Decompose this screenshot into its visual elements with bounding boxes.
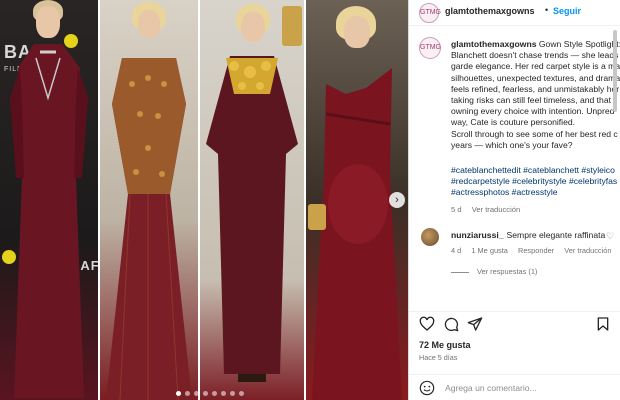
emoji-icon[interactable] (419, 380, 435, 396)
commenter-avatar[interactable] (421, 228, 439, 246)
caption-age: 5 d (451, 205, 462, 214)
caption-text: Gown Style Spotlight: Blanchett doesn't … (451, 39, 620, 150)
chevron-right-icon: › (395, 194, 399, 206)
comment: nunziarussi_ Sempre elegante raffinata (451, 230, 605, 240)
photo-panel-2 (100, 0, 198, 400)
carousel-dot[interactable] (185, 391, 190, 396)
carousel-next-button[interactable]: › (389, 192, 405, 208)
replies-divider (451, 271, 469, 273)
comment-text: Sempre elegante raffinata (506, 230, 606, 240)
draped-gown (308, 68, 402, 400)
save-icon[interactable] (595, 316, 611, 332)
carousel-dot[interactable] (230, 391, 235, 396)
comment-translation-link[interactable]: Ver traducción (564, 246, 611, 255)
action-bar (409, 311, 620, 333)
caption-username[interactable]: glamtothemaxgowns (451, 39, 536, 49)
add-comment-bar (409, 374, 620, 400)
carousel-dot[interactable] (212, 391, 217, 396)
commenter-username[interactable]: nunziarussi_ (451, 230, 504, 240)
carousel-dot[interactable] (176, 391, 181, 396)
author-avatar[interactable]: GTMG (419, 3, 441, 23)
embellished-gown (106, 58, 192, 400)
award-poster (282, 6, 302, 46)
comment-meta: 4 d 1 Me gusta Responder Ver traducción (451, 246, 619, 255)
comments-scroll-area[interactable]: GTMG glamtothemaxgowns Gown Style Spotli… (409, 27, 620, 310)
comment-likes[interactable]: 1 Me gusta (471, 246, 508, 255)
caption-hashtags[interactable]: #cateblanchettedit #cateblanchett #style… (451, 165, 620, 199)
likes-count[interactable]: 72 Me gusta (419, 340, 471, 350)
carousel-dot[interactable] (239, 391, 244, 396)
post-caption: glamtothemaxgowns Gown Style Spotlight: … (451, 39, 620, 151)
carousel-dot[interactable] (194, 391, 199, 396)
separator-dot: • (545, 5, 549, 15)
carousel-dot[interactable] (203, 391, 208, 396)
burgundy-gown (10, 44, 88, 398)
caption-avatar[interactable]: GTMG (419, 37, 441, 59)
view-replies-button[interactable]: Ver respuestas (1) (451, 267, 537, 276)
view-replies-label: Ver respuestas (1) (477, 267, 538, 276)
comment-heart-icon[interactable]: ♡ (606, 231, 614, 242)
comment-age: 4 d (451, 246, 462, 255)
share-icon[interactable] (467, 316, 483, 332)
post-side-panel: GTMG glamtothemaxgowns • Seguir GTMG gla… (408, 0, 620, 400)
author-username[interactable]: glamtothemaxgowns (445, 6, 535, 16)
reply-button[interactable]: Responder (518, 246, 554, 255)
photo-panel-3 (200, 0, 304, 400)
see-translation-link[interactable]: Ver traducción (472, 205, 521, 214)
caption-meta: 5 d Ver traducción (451, 205, 528, 214)
post-header: GTMG glamtothemaxgowns • Seguir (409, 0, 620, 26)
photo-panel-1: BAF FILM AWARDS BAF (0, 0, 98, 400)
follow-button[interactable]: Seguir (553, 6, 581, 16)
post-image-carousel[interactable]: BAF FILM AWARDS BAF (0, 0, 408, 400)
comment-icon[interactable] (443, 316, 459, 332)
heart-icon[interactable] (419, 316, 435, 332)
post-age: Hace 5 días (419, 353, 458, 362)
carousel-dot[interactable] (221, 391, 226, 396)
caped-gown-gold-necklace (206, 56, 298, 382)
carousel-dots (176, 391, 244, 396)
scrollbar[interactable] (613, 30, 617, 112)
add-comment-input[interactable] (445, 381, 605, 395)
